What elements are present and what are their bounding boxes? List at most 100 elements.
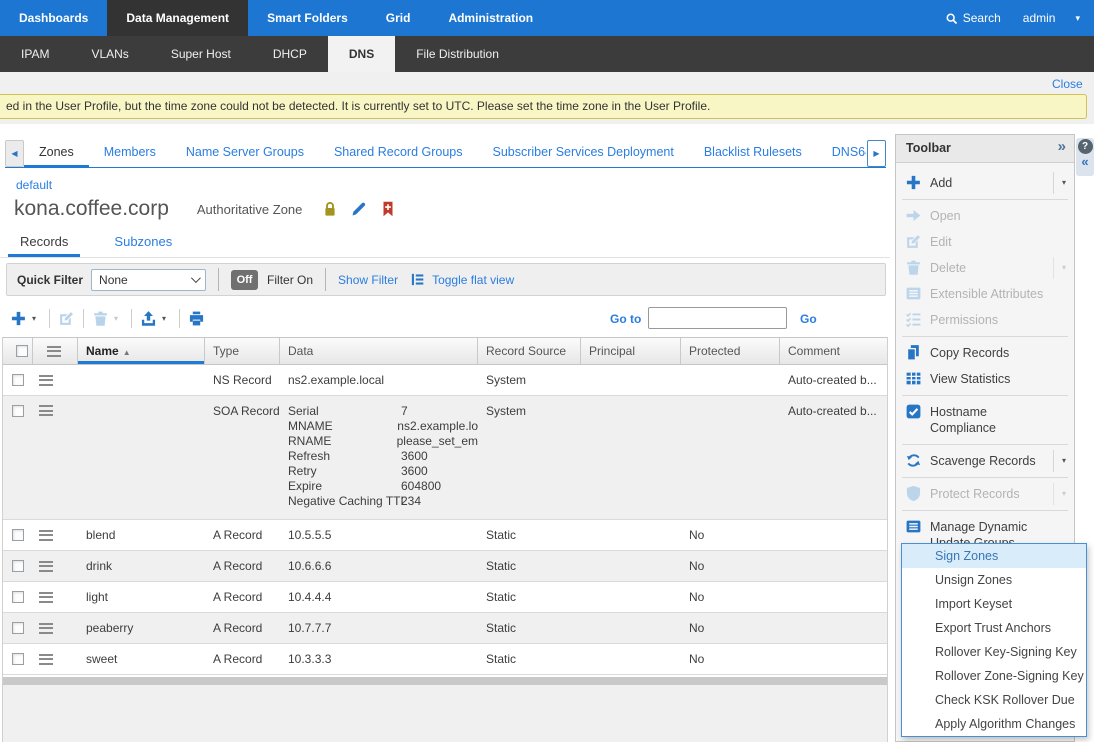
row-checkbox[interactable] — [12, 374, 24, 386]
tab-subzones[interactable]: Subzones — [102, 230, 184, 257]
tab-scroll-left-button[interactable]: ◀ — [5, 140, 24, 167]
hamburger-icon[interactable] — [39, 375, 53, 386]
row-checkbox[interactable] — [12, 622, 24, 634]
row-checkbox-cell — [3, 520, 33, 550]
subnav-file-distribution[interactable]: File Distribution — [395, 36, 520, 72]
toolbar-edit-button[interactable]: Edit — [896, 229, 1074, 255]
table-row: NS Record ns2.example.local System Auto-… — [3, 365, 887, 396]
row-checkbox[interactable] — [12, 405, 24, 417]
column-header-type[interactable]: Type — [205, 338, 280, 364]
nav-grid[interactable]: Grid — [367, 0, 430, 36]
toolbar-view-statistics-button[interactable]: View Statistics — [896, 366, 1074, 392]
quick-filter-select[interactable]: None — [91, 269, 206, 291]
row-checkbox[interactable] — [12, 560, 24, 572]
hamburger-icon[interactable] — [39, 592, 53, 603]
menu-item-rollover-zone-signing-key[interactable]: Rollover Zone-Signing Key — [902, 664, 1086, 688]
toolbar-protect-records-button[interactable]: Protect Records ▾ — [896, 481, 1074, 507]
nav-administration[interactable]: Administration — [429, 0, 552, 36]
column-header-data[interactable]: Data — [280, 338, 478, 364]
tab-scroll-right-button[interactable]: ▶ — [867, 140, 886, 167]
bookmark-add-icon[interactable] — [380, 201, 396, 217]
add-caret-icon[interactable]: ▾ — [32, 314, 36, 323]
row-checkbox[interactable] — [12, 591, 24, 603]
toolbar-add-button[interactable]: Add ▾ — [896, 170, 1074, 196]
edit-zone-pencil-icon[interactable] — [351, 201, 367, 217]
breadcrumb[interactable]: default — [16, 178, 52, 192]
nav-smart-folders[interactable]: Smart Folders — [248, 0, 367, 36]
menu-item-sign-zones[interactable]: Sign Zones — [902, 544, 1086, 568]
column-header-name[interactable]: Name▲ — [78, 338, 205, 364]
nav-dashboards[interactable]: Dashboards — [0, 0, 107, 36]
cell-comment — [780, 520, 887, 550]
column-header-principal[interactable]: Principal — [581, 338, 681, 364]
notice-close-button[interactable]: Close — [1052, 77, 1083, 91]
row-checkbox[interactable] — [12, 653, 24, 665]
hamburger-icon[interactable] — [39, 623, 53, 634]
toolbar-extensible-attributes-button[interactable]: Extensible Attributes — [896, 281, 1074, 307]
collapse-chevrons-icon[interactable]: « — [1076, 154, 1094, 170]
hamburger-icon[interactable] — [39, 654, 53, 665]
delete-caret-icon[interactable]: ▾ — [114, 314, 118, 323]
export-icon[interactable] — [140, 310, 157, 327]
protect-caret-icon[interactable]: ▾ — [1053, 483, 1074, 505]
user-caret-icon[interactable]: ▾ — [1075, 13, 1080, 24]
user-menu[interactable]: admin — [1023, 11, 1056, 25]
hamburger-icon[interactable] — [39, 561, 53, 572]
tab-shared-record-groups[interactable]: Shared Record Groups — [319, 140, 478, 168]
toolbar-hostname-compliance-button[interactable]: Hostname Compliance — [896, 399, 1074, 441]
export-caret-icon[interactable]: ▾ — [162, 314, 166, 323]
edit-record-icon[interactable] — [58, 310, 75, 327]
select-all-checkbox[interactable] — [16, 345, 28, 357]
help-icon[interactable]: ? — [1078, 139, 1093, 154]
toolbar-permissions-button[interactable]: Permissions — [896, 307, 1074, 333]
menu-item-check-ksk-rollover-due[interactable]: Check KSK Rollover Due — [902, 688, 1086, 712]
toolbar-scavenge-records-button[interactable]: Scavenge Records ▾ — [896, 448, 1074, 474]
go-button[interactable]: Go — [800, 312, 817, 326]
delete-record-icon[interactable] — [92, 310, 109, 327]
toolbar-delete-button[interactable]: Delete ▾ — [896, 255, 1074, 281]
cell-name: peaberry — [78, 613, 205, 643]
toolbar-open-button[interactable]: Open — [896, 203, 1074, 229]
print-icon[interactable] — [188, 310, 205, 327]
menu-item-apply-algorithm-changes[interactable]: Apply Algorithm Changes — [902, 712, 1086, 736]
menu-item-unsign-zones[interactable]: Unsign Zones — [902, 568, 1086, 592]
filter-off-toggle[interactable]: Off — [231, 270, 258, 290]
toolbar-copy-records-button[interactable]: Copy Records — [896, 340, 1074, 366]
menu-item-export-trust-anchors[interactable]: Export Trust Anchors — [902, 616, 1086, 640]
subnav-ipam[interactable]: IPAM — [0, 36, 70, 72]
row-checkbox-cell — [3, 365, 33, 395]
column-header-comment[interactable]: Comment — [780, 338, 887, 364]
add-caret-icon[interactable]: ▾ — [1053, 172, 1074, 194]
goto-input[interactable] — [648, 307, 787, 329]
tab-subscriber-services-deployment[interactable]: Subscriber Services Deployment — [478, 140, 689, 168]
menu-item-import-keyset[interactable]: Import Keyset — [902, 592, 1086, 616]
tab-records[interactable]: Records — [8, 230, 80, 257]
nav-data-management[interactable]: Data Management — [107, 0, 248, 36]
column-header-record-source[interactable]: Record Source — [478, 338, 581, 364]
top-nav-bar: Dashboards Data Management Smart Folders… — [0, 0, 1094, 36]
hamburger-icon[interactable] — [39, 405, 53, 416]
add-record-icon[interactable] — [10, 310, 27, 327]
column-header-protected[interactable]: Protected — [681, 338, 780, 364]
hamburger-icon[interactable] — [47, 346, 61, 357]
toggle-flat-view-link[interactable]: Toggle flat view — [432, 273, 514, 287]
tab-members[interactable]: Members — [89, 140, 171, 168]
tab-zones[interactable]: Zones — [24, 140, 89, 168]
horizontal-scrollbar[interactable] — [3, 677, 887, 685]
scavenge-caret-icon[interactable]: ▾ — [1053, 450, 1074, 472]
menu-item-rollover-key-signing-key[interactable]: Rollover Key-Signing Key — [902, 640, 1086, 664]
subnav-dns[interactable]: DNS — [328, 36, 395, 72]
tab-blacklist-rulesets[interactable]: Blacklist Rulesets — [689, 140, 817, 168]
hamburger-icon[interactable] — [39, 530, 53, 541]
subnav-dhcp[interactable]: DHCP — [252, 36, 328, 72]
expand-chevrons-icon[interactable]: » — [1058, 138, 1066, 155]
row-checkbox[interactable] — [12, 529, 24, 541]
subnav-vlans[interactable]: VLANs — [70, 36, 149, 72]
global-search[interactable]: Search — [945, 11, 1001, 25]
tab-name-server-groups[interactable]: Name Server Groups — [171, 140, 319, 168]
subnav-super-host[interactable]: Super Host — [150, 36, 252, 72]
tab-dns64-groups[interactable]: DNS64 Groups — [817, 140, 866, 168]
delete-caret-icon[interactable]: ▾ — [1053, 257, 1074, 279]
show-filter-link[interactable]: Show Filter — [338, 273, 398, 287]
cell-protected — [681, 396, 780, 519]
